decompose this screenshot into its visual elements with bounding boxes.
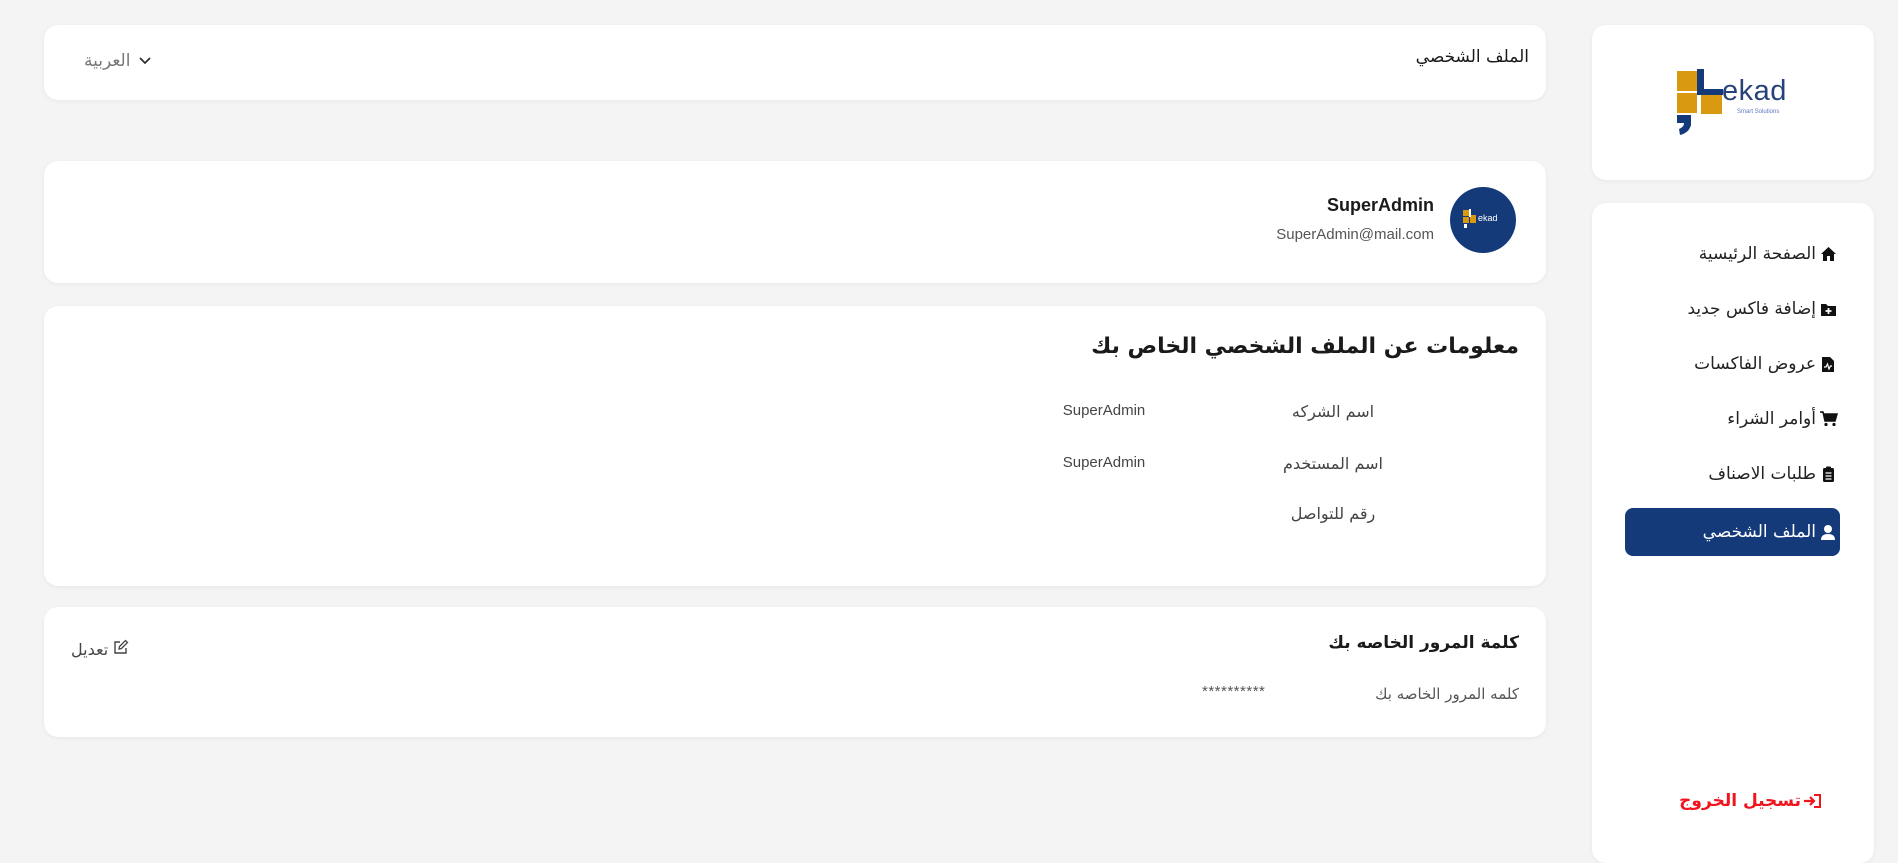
profile-info-card: معلومات عن الملف الشخصي الخاص بك اسم الش… — [44, 306, 1546, 586]
folder-plus-icon — [1818, 299, 1838, 319]
section-title: معلومات عن الملف الشخصي الخاص بك — [1091, 334, 1519, 359]
ekad-logo-mark — [1677, 69, 1723, 135]
chevron-down-icon — [138, 51, 152, 71]
contact-number-label: رقم للتواصل — [1290, 504, 1376, 523]
profile-summary-card: ekad SuperAdmin SuperAdmin@mail.com — [44, 161, 1546, 283]
language-select[interactable]: العربية — [84, 51, 152, 71]
user-icon — [1818, 522, 1838, 542]
top-header: الملف الشخصي العربية — [44, 25, 1546, 100]
logo-card: ekad Smart Solutions — [1592, 25, 1874, 180]
avatar-logo-icon: ekad — [1463, 209, 1498, 228]
home-icon — [1818, 244, 1838, 264]
sidebar-item-label: عروض الفاكسات — [1694, 354, 1816, 374]
profile-email: SuperAdmin@mail.com — [1276, 226, 1434, 243]
svg-text:ekad: ekad — [1478, 213, 1498, 223]
avatar: ekad — [1450, 187, 1516, 253]
password-card: كلمة المرور الخاصه بك كلمه المرور الخاصه… — [44, 607, 1546, 737]
sidebar-item-label: الملف الشخصي — [1702, 522, 1816, 542]
sidebar-nav: الصفحة الرئيسية إضافة فاكس جديد عروض الف… — [1592, 203, 1874, 863]
username-label: اسم المستخدم — [1283, 454, 1383, 473]
sidebar-item-add-fax[interactable]: إضافة فاكس جديد — [1625, 285, 1840, 333]
clipboard-list-icon — [1818, 464, 1838, 484]
sidebar-item-profile[interactable]: الملف الشخصي — [1625, 508, 1840, 556]
sidebar-item-label: أوامر الشراء — [1727, 409, 1816, 429]
sidebar-item-label: إضافة فاكس جديد — [1687, 299, 1816, 319]
language-label: العربية — [84, 51, 131, 71]
file-chart-icon — [1818, 354, 1838, 374]
password-value: ********** — [1202, 683, 1266, 700]
logout-button[interactable]: تسجيل الخروج — [1679, 791, 1822, 811]
username-value: SuperAdmin — [1062, 454, 1146, 471]
sidebar-item-home[interactable]: الصفحة الرئيسية — [1625, 230, 1840, 278]
logout-label: تسجيل الخروج — [1679, 791, 1801, 811]
brand-name: ekad — [1722, 75, 1787, 107]
logout-icon — [1803, 793, 1822, 809]
password-label: كلمه المرور الخاصه بك — [1375, 685, 1519, 703]
edit-label: تعديل — [71, 639, 109, 659]
brand-logo[interactable]: ekad Smart Solutions — [1677, 69, 1792, 137]
sidebar-item-label: طلبات الاصناف — [1708, 464, 1816, 484]
brand-tagline: Smart Solutions — [1737, 109, 1780, 115]
company-name-value: SuperAdmin — [1062, 402, 1146, 419]
edit-password-button[interactable]: تعديل — [71, 639, 129, 659]
cart-icon — [1818, 409, 1838, 429]
sidebar-item-fax-offers[interactable]: عروض الفاكسات — [1625, 340, 1840, 388]
edit-icon — [113, 639, 129, 659]
page-title: الملف الشخصي — [1415, 47, 1529, 67]
company-name-label: اسم الشركه — [1291, 402, 1375, 421]
profile-name: SuperAdmin — [1326, 195, 1434, 215]
sidebar-item-label: الصفحة الرئيسية — [1698, 244, 1816, 264]
password-section-title: كلمة المرور الخاصه بك — [1328, 633, 1519, 653]
sidebar-item-item-requests[interactable]: طلبات الاصناف — [1625, 450, 1840, 498]
sidebar-item-purchase-orders[interactable]: أوامر الشراء — [1625, 395, 1840, 443]
